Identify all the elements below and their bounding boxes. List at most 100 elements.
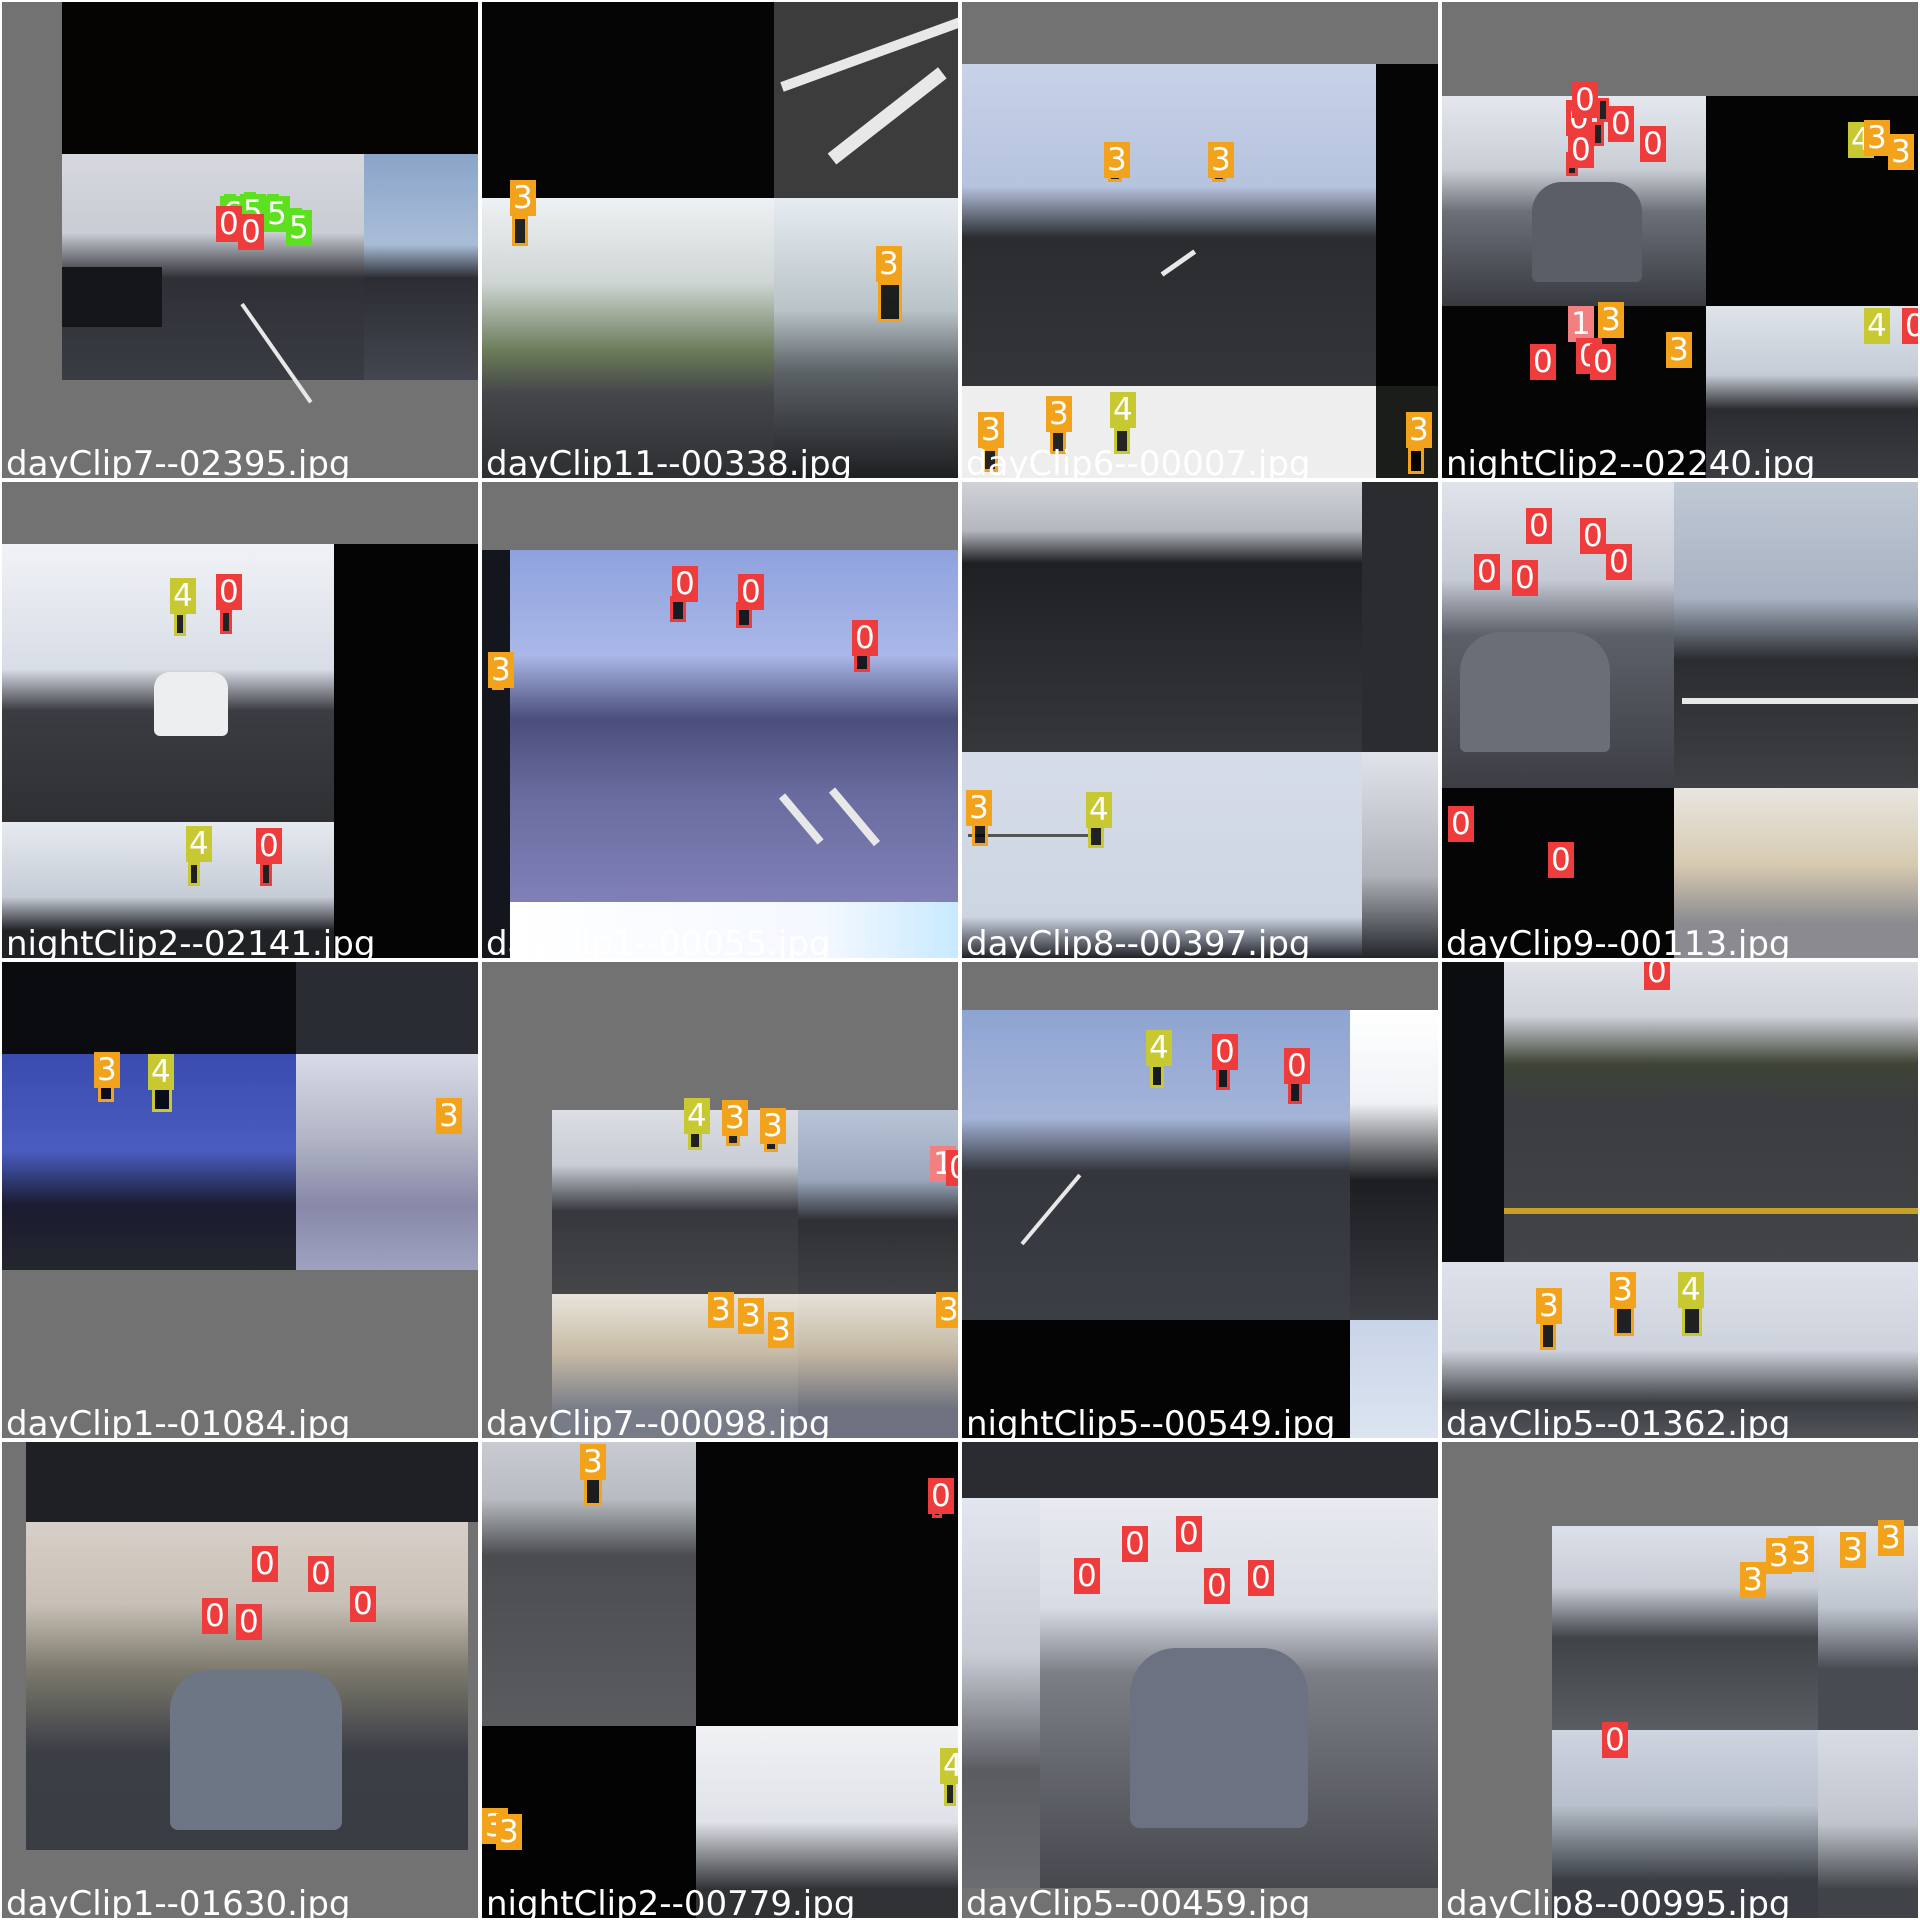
detection-label: 0 — [1902, 308, 1918, 344]
detection-label: 0 — [1284, 1048, 1310, 1084]
detection-label: 0 — [1474, 554, 1500, 590]
detection-label: 4 — [1110, 392, 1136, 428]
image-filename: dayClip7--02395.jpg — [6, 444, 351, 478]
detection-label: 0 — [1568, 132, 1594, 168]
image-filename: dayClip9--00113.jpg — [1446, 924, 1791, 958]
detection-label: 0 — [1074, 1558, 1100, 1594]
tile-8: 3 4 3 dayClip1--01084.jpg — [2, 962, 478, 1438]
detection-label: 3 — [1046, 396, 1072, 432]
detection-label: 3 — [1104, 142, 1130, 178]
detection-box — [1682, 1306, 1702, 1336]
tile-3: 0 0 0 0 0 4 3 3 1 3 0 0 0 3 4 0 nightCli… — [1442, 2, 1918, 478]
detection-box — [584, 1476, 602, 1506]
detection-label: 0 — [1248, 1560, 1274, 1596]
detection-label: 3 — [966, 790, 992, 826]
image-filename: nightClip2--00779.jpg — [486, 1884, 856, 1918]
tile-6: 3 4 dayClip8--00397.jpg — [962, 482, 1438, 958]
detection-label: 0 — [852, 620, 878, 656]
tile-7: 0 0 0 0 0 0 0 dayClip9--00113.jpg — [1442, 482, 1918, 958]
image-filename: dayClip5--00459.jpg — [966, 1884, 1311, 1918]
tile-5: 0 0 3 0 dayClip1--00055.jpg — [482, 482, 958, 958]
detection-label: 3 — [768, 1312, 794, 1348]
detection-label: 0 — [1606, 544, 1632, 580]
detection-label: 0 — [1204, 1568, 1230, 1604]
detection-label: 4 — [148, 1054, 174, 1090]
detection-label: 0 — [1580, 518, 1606, 554]
detection-box — [512, 216, 528, 246]
detection-label: 3 — [488, 652, 514, 688]
detection-label: 3 — [1864, 120, 1890, 156]
detection-label: 3 — [1208, 142, 1234, 178]
image-filename: dayClip5--01362.jpg — [1446, 1404, 1791, 1438]
detection-label: 4 — [1146, 1030, 1172, 1066]
tile-9: 4 3 3 1 0 3 3 3 3 dayClip7--00098.jpg — [482, 962, 958, 1438]
detection-label: 3 — [1610, 1272, 1636, 1308]
detection-box — [878, 282, 902, 322]
detection-label: 4 — [170, 578, 196, 614]
detection-label: 0 — [1640, 126, 1666, 162]
tile-2: 3 3 3 3 4 3 dayClip6--00007.jpg — [962, 2, 1438, 478]
detection-label: 0 — [1512, 560, 1538, 596]
detection-label: 3 — [708, 1292, 734, 1328]
image-filename: dayClip7--00098.jpg — [486, 1404, 831, 1438]
image-filename: dayClip8--00995.jpg — [1446, 1884, 1791, 1918]
tile-14: 0 0 0 0 0 dayClip5--00459.jpg — [962, 1442, 1438, 1918]
detection-box — [260, 862, 272, 886]
detection-label: 0 — [1590, 344, 1616, 380]
detection-label: 0 — [1176, 1516, 1202, 1552]
detection-label: 0 — [1602, 1722, 1628, 1758]
detection-box — [188, 862, 200, 886]
image-filename: nightClip5--00549.jpg — [966, 1404, 1336, 1438]
detection-label: 3 — [1666, 332, 1692, 368]
tile-4: 4 0 4 0 nightClip2--02141.jpg — [2, 482, 478, 958]
detection-label: 0 — [256, 828, 282, 864]
detection-box — [944, 1782, 956, 1806]
detection-label: 0 — [1572, 82, 1598, 118]
detection-label: 3 — [936, 1292, 958, 1328]
detection-label: 0 — [738, 574, 764, 610]
detection-label: 3 — [1878, 1520, 1904, 1556]
detection-label: 3 — [1888, 134, 1914, 170]
image-filename: dayClip6--00007.jpg — [966, 444, 1311, 478]
tile-0: 6 5 5 5 0 0 dayClip7--02395.jpg — [2, 2, 478, 478]
detection-label: 3 — [1536, 1288, 1562, 1324]
detection-label: 0 — [1212, 1034, 1238, 1070]
detection-label: 3 — [94, 1052, 120, 1088]
detection-label: 0 — [946, 1150, 958, 1186]
detection-label: 4 — [940, 1748, 958, 1784]
detection-label: 0 — [350, 1586, 376, 1622]
detection-label: 0 — [1608, 106, 1634, 142]
detection-label: 0 — [308, 1556, 334, 1592]
detection-label: 3 — [1840, 1532, 1866, 1568]
detection-label: 0 — [236, 1604, 262, 1640]
detection-label: 3 — [1406, 412, 1432, 448]
detection-label: 3 — [1740, 1562, 1766, 1598]
image-filename: nightClip2--02240.jpg — [1446, 444, 1816, 478]
detection-box — [1150, 1064, 1164, 1088]
detection-label: 0 — [1644, 962, 1670, 990]
detection-box — [1614, 1306, 1634, 1336]
mosaic-grid: 6 5 5 5 0 0 dayClip7--02395.jpg 3 3 dayC… — [0, 0, 1920, 1920]
detection-label: 3 — [510, 180, 536, 216]
detection-label: 3 — [876, 246, 902, 282]
tile-1: 3 3 dayClip11--00338.jpg — [482, 2, 958, 478]
image-filename: dayClip1--01630.jpg — [6, 1884, 351, 1918]
detection-box — [174, 612, 186, 636]
detection-label: 3 — [722, 1100, 748, 1136]
detection-label: 3 — [738, 1298, 764, 1334]
detection-label: 0 — [672, 566, 698, 602]
tile-11: 0 3 3 4 dayClip5--01362.jpg — [1442, 962, 1918, 1438]
detection-label: 0 — [216, 574, 242, 610]
detection-label: 5 — [286, 210, 312, 246]
detection-label: 3 — [580, 1444, 606, 1480]
detection-label: 0 — [238, 214, 264, 250]
image-filename: nightClip2--02141.jpg — [6, 924, 376, 958]
image-filename: dayClip8--00397.jpg — [966, 924, 1311, 958]
detection-label: 1 — [1568, 306, 1594, 342]
detection-label: 3 — [978, 412, 1004, 448]
tile-10: 4 0 0 nightClip5--00549.jpg — [962, 962, 1438, 1438]
image-filename: dayClip11--00338.jpg — [486, 444, 853, 478]
detection-label: 3 — [436, 1098, 462, 1134]
detection-label: 0 — [1122, 1526, 1148, 1562]
tile-13: 3 0 4 3 3 nightClip2--00779.jpg — [482, 1442, 958, 1918]
